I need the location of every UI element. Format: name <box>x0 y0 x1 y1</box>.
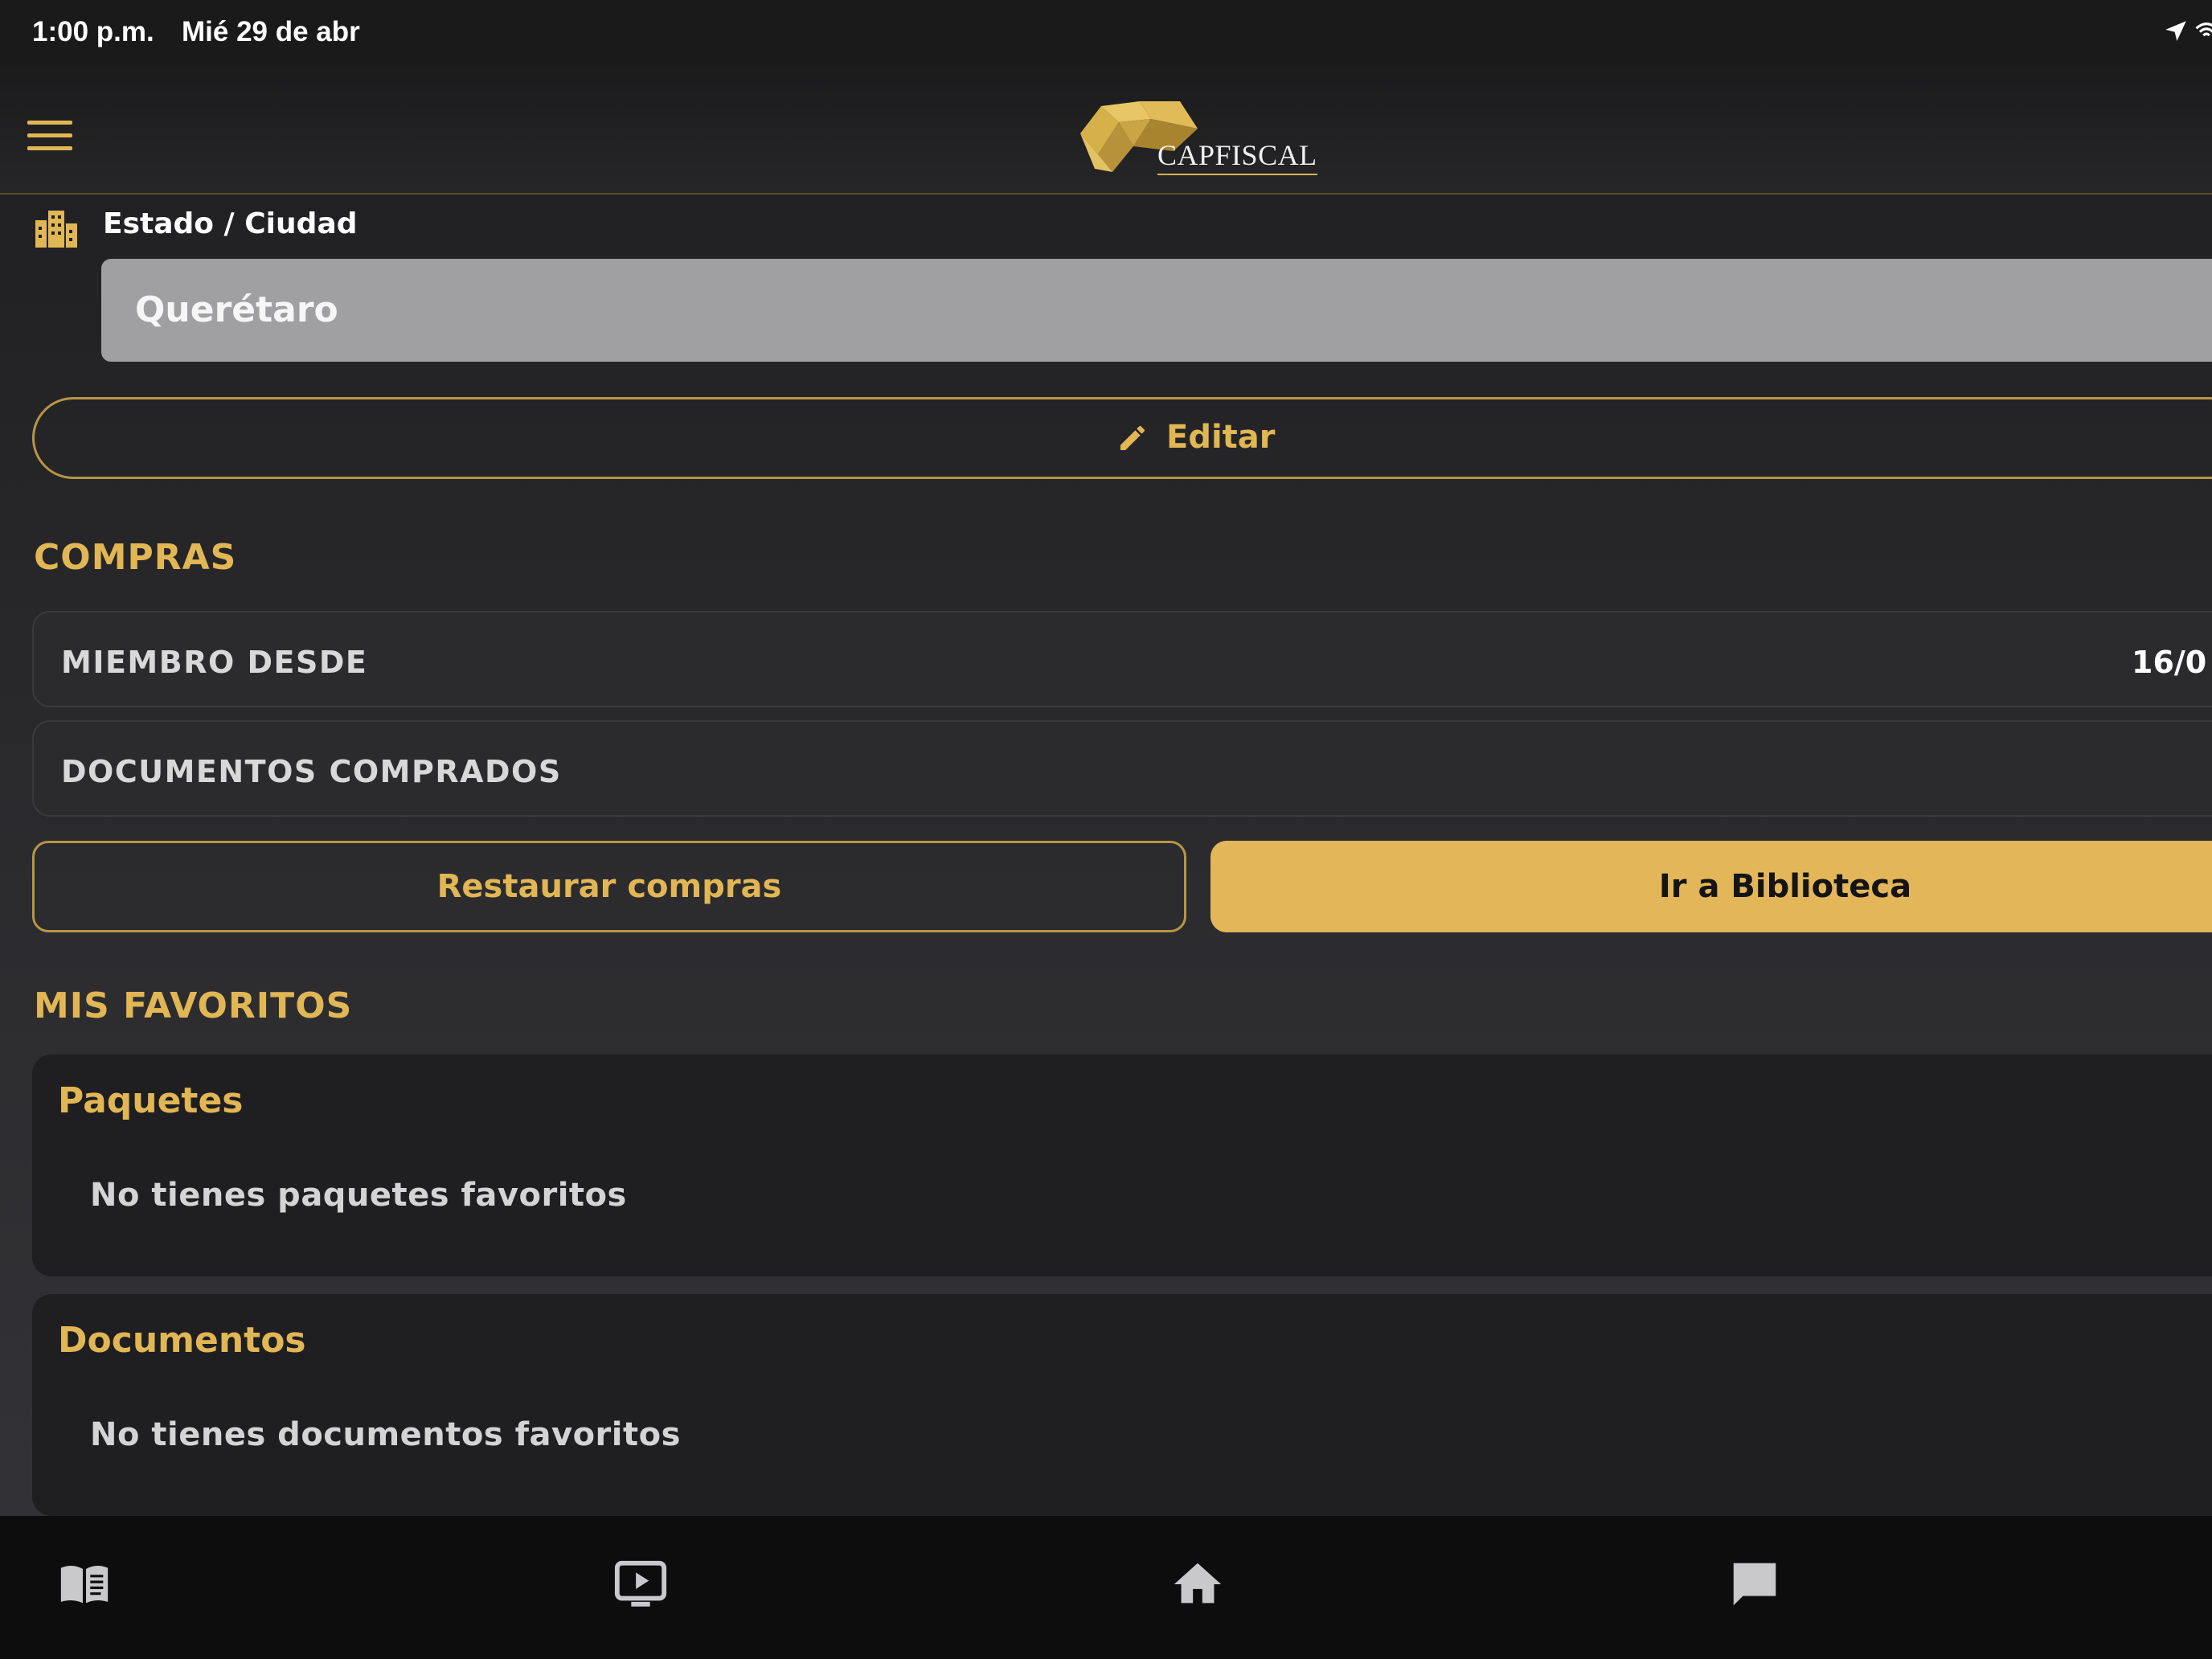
status-time: 1:00 p.m. <box>32 16 154 47</box>
status-date: Mié 29 de abr <box>182 16 360 47</box>
home-icon[interactable] <box>1169 1556 1226 1612</box>
go-to-library-button[interactable]: Ir a Biblioteca <box>1210 841 2212 932</box>
member-since-value: 16/0 <box>2132 645 2207 680</box>
status-bar: 1:00 p.m. Mié 29 de abr <box>0 0 2212 64</box>
packages-empty-text: No tienes paquetes favoritos <box>90 1177 627 1214</box>
profile-screen: 1:00 p.m. Mié 29 de abr CAPFISCAL Estado… <box>0 0 2212 1659</box>
edit-button-label: Editar <box>1166 419 1276 456</box>
purchases-title: COMPRAS <box>34 537 237 578</box>
favorites-title: MIS FAVORITOS <box>34 985 353 1026</box>
edit-button[interactable]: Editar <box>32 397 2212 479</box>
tab-bar <box>0 1516 2212 1659</box>
location-field[interactable]: Querétaro <box>101 259 2212 362</box>
purchased-documents-row: DOCUMENTOS COMPRADOS <box>32 720 2212 817</box>
documents-empty-text: No tienes documentos favoritos <box>90 1416 681 1453</box>
capfiscal-logo: CAPFISCAL <box>1077 98 1318 178</box>
chat-bubble-icon[interactable] <box>1727 1556 1783 1612</box>
restore-purchases-button[interactable]: Restaurar compras <box>32 841 1186 932</box>
app-header: CAPFISCAL <box>0 64 2212 195</box>
logo-text: CAPFISCAL <box>1157 138 1317 175</box>
location-label: Estado / Ciudad <box>103 207 358 240</box>
location-arrow-icon <box>2165 21 2186 42</box>
favorites-packages-card: Paquetes No tienes paquetes favoritos <box>32 1055 2212 1276</box>
wifi-icon <box>2195 23 2212 37</box>
video-play-icon[interactable] <box>612 1556 669 1612</box>
documents-title: Documentos <box>58 1320 306 1361</box>
packages-title: Paquetes <box>58 1080 244 1121</box>
favorites-documents-card: Documentos No tienes documentos favorito… <box>32 1294 2212 1516</box>
pencil-icon <box>1120 425 1145 450</box>
hamburger-menu-icon[interactable] <box>27 121 72 153</box>
city-buildings-icon <box>35 211 77 248</box>
purchased-documents-label: DOCUMENTOS COMPRADOS <box>61 754 562 789</box>
member-since-row: MIEMBRO DESDE 16/0 <box>32 611 2212 707</box>
book-icon[interactable] <box>56 1556 113 1612</box>
member-since-label: MIEMBRO DESDE <box>61 645 368 680</box>
